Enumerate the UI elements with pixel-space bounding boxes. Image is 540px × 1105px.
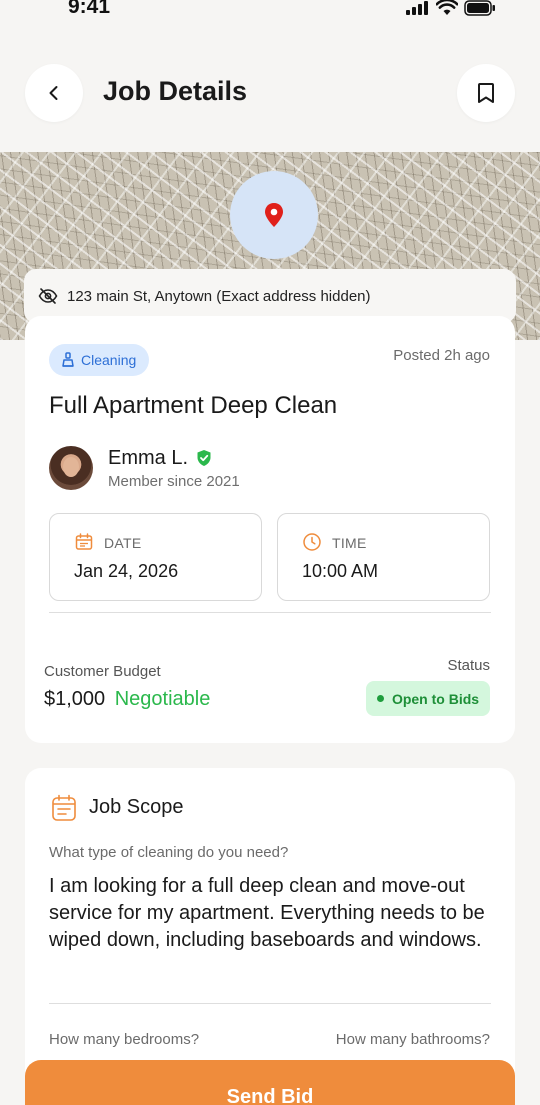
calendar-list-icon: [52, 794, 76, 821]
signal-icon: [406, 1, 428, 15]
send-bid-label: Send Bid: [226, 1086, 314, 1105]
customer-name[interactable]: Emma L.: [108, 447, 188, 470]
avatar-face: [63, 457, 79, 477]
status-text: Open to Bids: [391, 690, 480, 707]
wifi-icon: [436, 0, 458, 15]
send-bid-button[interactable]: Send Bid: [25, 1060, 515, 1105]
category-badge: Cleaning: [49, 344, 150, 376]
clock-icon: [303, 533, 321, 551]
divider: [49, 1003, 491, 1004]
scope-answer: I am looking for a full deep clean and m…: [49, 875, 485, 951]
avatar[interactable]: [49, 446, 93, 490]
posted-time: Posted 2h ago: [393, 347, 490, 364]
budget-row: $1,000 Negotiable: [44, 688, 210, 711]
verified-shield-icon: [197, 450, 211, 466]
time-value: 10:00 AM: [302, 561, 379, 581]
status-time: 9:41: [68, 0, 111, 18]
address-text: 123 main St, Anytown (Exact address hidd…: [67, 287, 371, 305]
calendar-icon: [75, 533, 93, 550]
budget-label: Customer Budget: [44, 663, 161, 680]
bathrooms-question: How many bathrooms?: [335, 1031, 490, 1048]
map-pin-icon: [265, 203, 283, 227]
bookmark-icon: [478, 83, 494, 103]
battery-icon: [464, 0, 495, 16]
category-label: Cleaning: [81, 352, 137, 368]
divider: [49, 612, 491, 613]
job-summary-card: Cleaning Posted 2h ago Full Apartment De…: [25, 316, 515, 743]
time-label: TIME: [332, 535, 367, 551]
address-bar: 123 main St, Anytown (Exact address hidd…: [24, 269, 516, 323]
date-value: Jan 24, 2026: [74, 561, 179, 581]
bookmark-button[interactable]: [457, 64, 515, 122]
budget-amount: $1,000: [44, 688, 106, 710]
back-button[interactable]: [25, 64, 83, 122]
status-bar: 9:41: [0, 0, 540, 24]
chevron-left-icon: [49, 86, 58, 100]
date-box: DATE Jan 24, 2026: [49, 513, 262, 601]
job-scope-card: Job Scope What type of cleaning do you n…: [25, 768, 515, 1105]
header: Job Details: [0, 64, 540, 122]
cleaning-icon: [62, 352, 74, 367]
scope-title: Job Scope: [89, 796, 184, 818]
member-since: Member since 2021: [108, 473, 240, 490]
status-badge: Open to Bids: [366, 681, 490, 716]
page-title: Job Details: [103, 76, 248, 106]
scope-question: What type of cleaning do you need?: [49, 844, 289, 861]
eye-off-icon: [38, 288, 58, 304]
bedrooms-question: How many bedrooms?: [49, 1031, 200, 1048]
budget-negotiable: Negotiable: [114, 688, 211, 710]
status-label: Status: [447, 657, 490, 674]
job-title: Full Apartment Deep Clean: [49, 392, 338, 419]
status-icons: [406, 0, 496, 16]
date-label: DATE: [104, 535, 142, 551]
status-dot: [376, 695, 384, 702]
time-box: TIME 10:00 AM: [277, 513, 490, 601]
map-pin-marker: [230, 171, 318, 259]
